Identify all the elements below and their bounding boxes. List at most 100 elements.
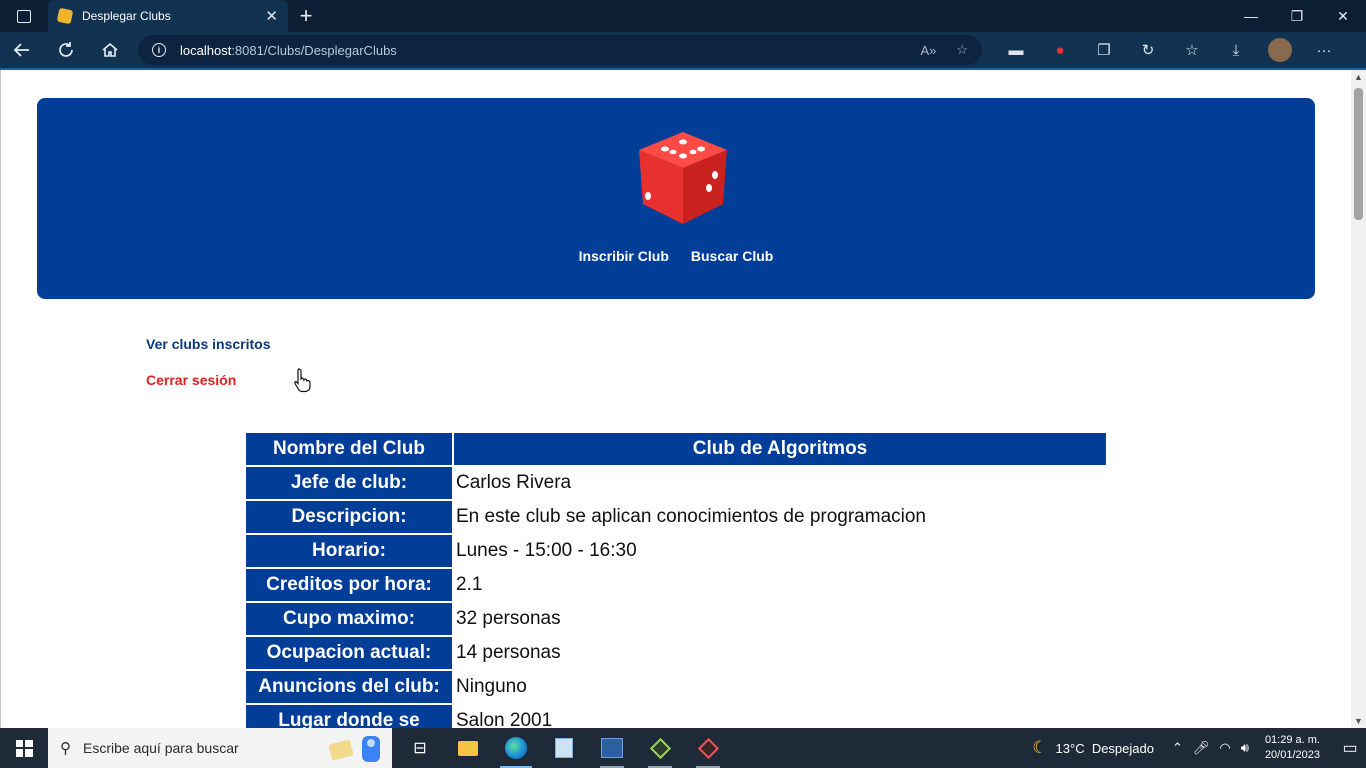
home-icon [102, 42, 118, 57]
code-editor-icon [601, 738, 623, 758]
scroll-up-icon[interactable]: ▲ [1354, 72, 1363, 82]
taskbar-clock[interactable]: 01:29 a. m. 20/01/2023 [1265, 733, 1320, 763]
row-value: 32 personas [456, 608, 561, 629]
row-label: Cupo maximo: [246, 603, 454, 635]
windows-taskbar: ⚲ Escribe aquí para buscar ⊟ ☾ 13°C Desp… [0, 728, 1366, 768]
extensions-toolbar: ▬ ● ❐ ↻ ☆ ⤓ ··· [994, 38, 1346, 62]
page-scrollbar[interactable]: ▲ ▼ [1351, 70, 1366, 728]
row-label: Descripcion: [246, 501, 454, 533]
show-hidden-icons[interactable]: ⌃ [1172, 740, 1183, 756]
visual-studio-button[interactable] [588, 728, 636, 768]
table-row: Cupo maximo: 32 personas [246, 603, 1106, 635]
weather-widget[interactable]: 13°C Despejado [1056, 741, 1154, 756]
row-label: Anuncions del club: [246, 671, 454, 703]
address-bar[interactable]: i localhost:8081/Clubs/DesplegarClubs A»… [138, 35, 982, 65]
microphone-icon[interactable]: 🎤︎ [1193, 740, 1210, 756]
maximize-button[interactable]: ❐ [1274, 0, 1320, 32]
url-path: :8081/Clubs/DesplegarClubs [231, 42, 397, 58]
edge-browser-button[interactable] [492, 728, 540, 768]
row-label: Jefe de club: [246, 467, 454, 499]
notifications-icon[interactable]: ▭ [1334, 738, 1366, 758]
ver-clubs-inscritos-link[interactable]: Ver clubs inscritos [146, 336, 271, 352]
clock-time: 01:29 a. m. [1264, 734, 1320, 746]
favorite-star-icon[interactable]: ☆ [956, 42, 968, 58]
cube-favicon-icon [56, 7, 74, 25]
scrollbar-thumb[interactable] [1354, 88, 1363, 220]
read-aloud-icon[interactable]: A» [920, 43, 936, 58]
row-value: Salon 2001 [456, 710, 553, 728]
club-name: Club de Algoritmos [454, 433, 1106, 465]
browser-tab[interactable]: Desplegar Clubs ✕ [48, 0, 288, 32]
row-value: Carlos Rivera [456, 472, 572, 493]
taskbar-search[interactable]: ⚲ Escribe aquí para buscar [48, 728, 392, 768]
tab-actions-icon [17, 9, 31, 23]
network-icon[interactable]: ◠ [1219, 740, 1230, 756]
refresh-icon [59, 42, 73, 57]
row-label: Ocupacion actual: [246, 637, 454, 669]
folder-icon [458, 740, 478, 756]
window-controls: — ❐ ✕ [1228, 0, 1366, 32]
start-button[interactable] [0, 728, 48, 768]
sync-icon[interactable]: ↻ [1126, 41, 1170, 59]
edge-icon [505, 737, 527, 759]
cube-icon [555, 738, 573, 758]
moon-weather-icon: ☾ [1032, 738, 1048, 757]
cerrar-sesion-link[interactable]: Cerrar sesión [146, 372, 236, 388]
row-value: Ninguno [456, 676, 527, 697]
inscribir-club-link[interactable]: Inscribir Club [579, 248, 669, 264]
buscar-club-link[interactable]: Buscar Club [691, 248, 773, 264]
close-window-button[interactable]: ✕ [1320, 0, 1366, 32]
diamond-red-app-icon [697, 737, 719, 759]
home-button[interactable] [88, 31, 132, 69]
page-content: Inscribir Club Buscar Club Ver clubs ins… [0, 70, 1351, 728]
red-extension-icon[interactable]: ● [1038, 42, 1082, 59]
system-tray: ☾ 13°C Despejado ⌃ 🎤︎ ◠ 🔊︎ 01:29 a. m. 2… [1032, 728, 1366, 768]
profile-avatar[interactable] [1268, 38, 1292, 62]
refresh-button[interactable] [44, 31, 88, 69]
file-explorer-button[interactable] [444, 728, 492, 768]
collections-icon[interactable]: ❐ [1082, 41, 1126, 59]
downloads-icon[interactable]: ⤓ [1214, 42, 1258, 59]
weather-temp: 13°C [1055, 740, 1085, 756]
extension-icon[interactable]: ▬ [994, 42, 1038, 59]
url-host: localhost [180, 42, 232, 58]
row-value: 14 personas [456, 642, 561, 663]
close-tab-icon[interactable]: ✕ [265, 7, 278, 25]
task-view-icon: ⊟ [413, 740, 427, 757]
hand-cursor-icon [294, 368, 311, 393]
more-menu-icon[interactable]: ··· [1302, 42, 1346, 59]
row-value: En este club se aplican conocimientos de… [456, 506, 926, 527]
row-value: Lunes - 15:00 - 16:30 [456, 540, 637, 561]
table-row: Descripcion: En este club se aplican con… [246, 501, 1106, 533]
browser-navbar: i localhost:8081/Clubs/DesplegarClubs A»… [0, 32, 1366, 70]
row-label: Horario: [246, 535, 454, 567]
back-button[interactable] [0, 31, 44, 69]
favorites-icon[interactable]: ☆ [1170, 41, 1214, 59]
table-header-label: Nombre del Club [246, 433, 454, 465]
clock-date: 20/01/2023 [1264, 749, 1320, 761]
windows-logo-icon [15, 739, 33, 757]
site-info-icon[interactable]: i [152, 43, 166, 57]
diamond-app-icon [649, 737, 671, 759]
table-row: Anuncions del club: Ninguno [246, 671, 1106, 703]
dice-logo-icon [639, 132, 727, 224]
search-placeholder: Escribe aquí para buscar [83, 740, 239, 756]
new-tab-button[interactable]: + [288, 0, 324, 32]
app-red-button[interactable] [684, 728, 732, 768]
volume-icon[interactable]: 🔊︎ [1241, 740, 1249, 756]
header-banner: Inscribir Club Buscar Club [37, 98, 1315, 299]
table-header-row: Nombre del Club Club de Algoritmos [246, 433, 1106, 465]
search-icon: ⚲ [60, 740, 71, 757]
table-row: Horario: Lunes - 15:00 - 16:30 [246, 535, 1106, 567]
weather-text: Despejado [1091, 740, 1154, 756]
app-3d-box-button[interactable] [540, 728, 588, 768]
table-row: Lugar donde se Salon 2001 [246, 705, 1106, 728]
tab-actions-button[interactable] [0, 0, 48, 32]
row-value: 2.1 [456, 574, 483, 595]
app-green-button[interactable] [636, 728, 684, 768]
scroll-down-icon[interactable]: ▼ [1354, 716, 1363, 726]
row-label: Lugar donde se [246, 705, 454, 728]
task-view-button[interactable]: ⊟ [396, 728, 444, 768]
minimize-button[interactable]: — [1228, 0, 1274, 32]
tab-title: Desplegar Clubs [82, 9, 171, 23]
